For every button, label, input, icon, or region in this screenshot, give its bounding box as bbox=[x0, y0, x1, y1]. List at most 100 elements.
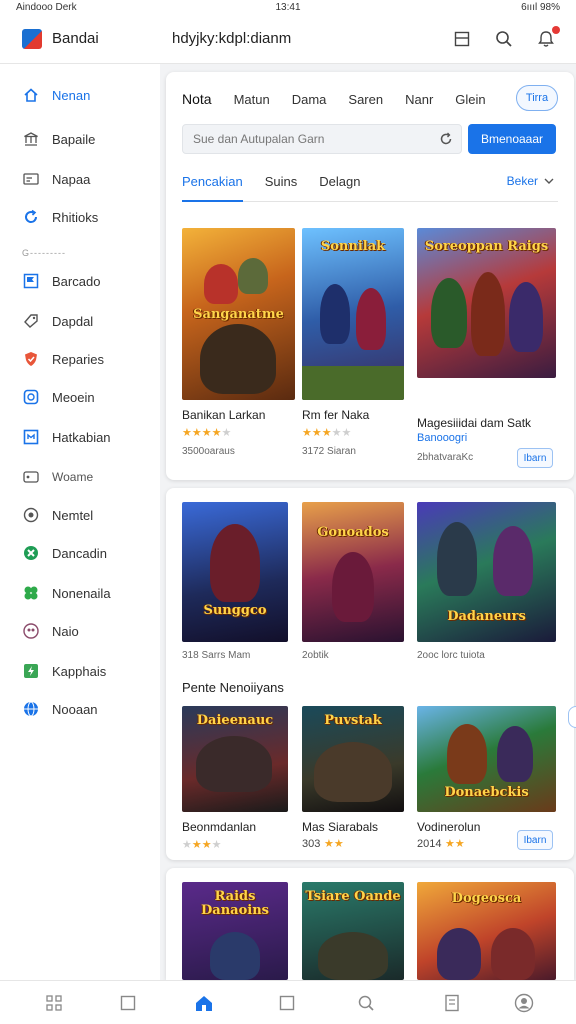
search-button[interactable]: Bmenoaaar bbox=[468, 124, 556, 154]
app-logo bbox=[22, 28, 42, 49]
game-meta: 2ooc lorc tuiota bbox=[417, 650, 485, 661]
home-icon bbox=[22, 86, 40, 104]
filter-pill-button[interactable]: Tirra bbox=[516, 85, 558, 111]
sidebar-item-label: Hatkabian bbox=[52, 429, 111, 445]
search-placeholder: Sue dan Autupalan Garn bbox=[193, 132, 325, 146]
sidebar-item-hatkabian[interactable]: Hatkabian bbox=[22, 426, 111, 448]
window-icon[interactable] bbox=[452, 29, 472, 49]
tab-delagn[interactable]: Delagn bbox=[319, 172, 360, 201]
search-icon[interactable] bbox=[356, 993, 376, 1013]
bolt-icon bbox=[22, 662, 40, 680]
sidebar-item-reparies[interactable]: Reparies bbox=[22, 348, 104, 370]
book-icon[interactable] bbox=[442, 993, 462, 1013]
tab-saren[interactable]: Saren bbox=[348, 92, 383, 107]
sidebar-item-kapphais[interactable]: Kapphais bbox=[22, 660, 106, 682]
thumbnail-title: Tsiare Oande bbox=[305, 889, 401, 904]
game-thumbnail: Tsiare Oande bbox=[302, 882, 404, 980]
chevron-down-icon bbox=[544, 178, 554, 184]
sidebar-item-label: Woame bbox=[52, 470, 94, 484]
thumbnail-title: Sanganatme bbox=[193, 307, 284, 322]
thumbnail-title: Raids Danaoins bbox=[201, 889, 269, 918]
sidebar-item-naio[interactable]: Naio bbox=[22, 620, 79, 642]
sidebar-item-napaa[interactable]: Napaa bbox=[22, 168, 90, 190]
discover-card: Nota Matun Dama Saren Nanr Glein Tirra S… bbox=[166, 72, 574, 480]
thumbnail-title: Dadaneurs bbox=[447, 609, 526, 624]
sidebar-item-label: Barcado bbox=[52, 273, 101, 289]
rating-stars: ★★★★★ bbox=[182, 427, 232, 439]
tab-pencakian[interactable]: Pencakian bbox=[182, 172, 243, 202]
game-thumbnail: Raids Danaoins bbox=[182, 882, 288, 980]
sidebar-item-nonenaila[interactable]: Nonenaila bbox=[22, 582, 111, 604]
sidebar-item-home[interactable]: Nenan bbox=[22, 84, 90, 106]
game-thumbnail: Sunggco bbox=[182, 502, 288, 642]
sub-tabs: Pencakian Suins Delagn Beker bbox=[182, 172, 558, 202]
sidebar-item-woame[interactable]: Woame bbox=[22, 466, 93, 488]
sidebar-item-label: Nooaan bbox=[52, 701, 98, 717]
home-icon[interactable] bbox=[194, 993, 214, 1013]
sidebar-item-nemtel[interactable]: Nemtel bbox=[22, 504, 93, 526]
thumbnail-title: Daieenauc bbox=[196, 713, 274, 728]
game-meta: 3172 Siaran bbox=[302, 446, 356, 457]
install-button[interactable]: Ibarn bbox=[517, 830, 553, 850]
game-meta: 3500oaraus bbox=[182, 446, 235, 457]
rating-stars: ★★ bbox=[445, 838, 465, 850]
game-thumbnail: Sanganatme bbox=[182, 228, 295, 400]
sidebar-item-dapdal[interactable]: Dapdal bbox=[22, 310, 93, 332]
game-title: Rm fer Naka bbox=[302, 408, 370, 422]
thumbnail-title: Sunggco bbox=[203, 603, 267, 618]
tab-nanr[interactable]: Nanr bbox=[405, 92, 433, 107]
cross-icon bbox=[22, 544, 40, 562]
sidebar-item-dancadin[interactable]: Dancadin bbox=[22, 542, 107, 564]
app-subtitle: hdyjky:kdpl:dianm bbox=[172, 30, 292, 47]
side-drawer-handle[interactable] bbox=[568, 706, 576, 728]
refresh-icon[interactable] bbox=[439, 132, 453, 149]
rating-stars: ★★★★ bbox=[182, 839, 222, 851]
app-bar: Bandai hdyjky:kdpl:dianm bbox=[0, 14, 576, 64]
game-title: Magesiiidai dam Satk bbox=[417, 416, 532, 430]
tab-suins[interactable]: Suins bbox=[265, 172, 298, 201]
sidebar-item-label: Rhitioks bbox=[52, 209, 99, 225]
tab-nota[interactable]: Nota bbox=[182, 91, 212, 107]
notification-icon[interactable] bbox=[536, 26, 560, 49]
sort-dropdown[interactable]: Beker bbox=[507, 174, 554, 188]
tab-matun[interactable]: Matun bbox=[234, 92, 270, 107]
game-title: Banikan Larkan bbox=[182, 408, 266, 422]
sidebar-item-label: Napaa bbox=[52, 171, 91, 187]
thumbnail-title: Sonnilak bbox=[320, 239, 386, 254]
category-tabs: Nota Matun Dama Saren Nanr Glein Tirra bbox=[182, 85, 558, 112]
bank-icon bbox=[22, 130, 40, 148]
sidebar-item-bapaile[interactable]: Bapaile bbox=[22, 128, 95, 150]
tab-dama[interactable]: Dama bbox=[292, 92, 327, 107]
status-bar: Aindooo Derk 13:41 6ıııl 98% bbox=[0, 0, 576, 14]
sidebar-item-label: Nonenaila bbox=[52, 585, 111, 601]
tab-glein[interactable]: Glein bbox=[455, 92, 485, 107]
game-thumbnail: Puvstak bbox=[302, 706, 404, 812]
game-thumbnail: Soreoppan Raigs bbox=[417, 228, 556, 378]
game-title: Beonmdanlan bbox=[182, 820, 257, 834]
sidebar-item-rhitioks[interactable]: Rhitioks bbox=[22, 206, 98, 228]
sidebar-item-meoein[interactable]: Meoein bbox=[22, 386, 95, 408]
search-icon[interactable] bbox=[494, 29, 514, 49]
search-input[interactable]: Sue dan Autupalan Garn bbox=[182, 124, 462, 154]
sidebar-item-label: Naio bbox=[52, 623, 79, 639]
bottom-nav bbox=[0, 980, 576, 1024]
game-tag: Banooogri bbox=[417, 432, 468, 444]
sidebar-item-label: Nemtel bbox=[52, 507, 94, 523]
square-icon[interactable] bbox=[277, 993, 297, 1013]
gamepad-icon bbox=[22, 468, 40, 486]
install-button[interactable]: Ibarn bbox=[517, 448, 553, 468]
game-meta: 2bhatvaraKc bbox=[417, 452, 474, 463]
sidebar-item-nooaan[interactable]: Nooaan bbox=[22, 698, 98, 720]
game-thumbnail: Daieenauc bbox=[182, 706, 288, 812]
game-meta: 2014 bbox=[417, 838, 442, 850]
flag-icon bbox=[22, 272, 40, 290]
thumbnail-title: Puvstak bbox=[324, 713, 382, 728]
chat-icon bbox=[22, 388, 40, 406]
profile-icon[interactable] bbox=[514, 993, 534, 1013]
grid-icon[interactable] bbox=[44, 993, 64, 1013]
sidebar-item-barcado[interactable]: Barcado bbox=[22, 270, 100, 292]
compass-icon bbox=[22, 506, 40, 524]
game-meta: 303 bbox=[302, 838, 321, 850]
square-icon[interactable] bbox=[118, 993, 138, 1013]
rating-stars: ★★★★★ bbox=[302, 427, 352, 439]
